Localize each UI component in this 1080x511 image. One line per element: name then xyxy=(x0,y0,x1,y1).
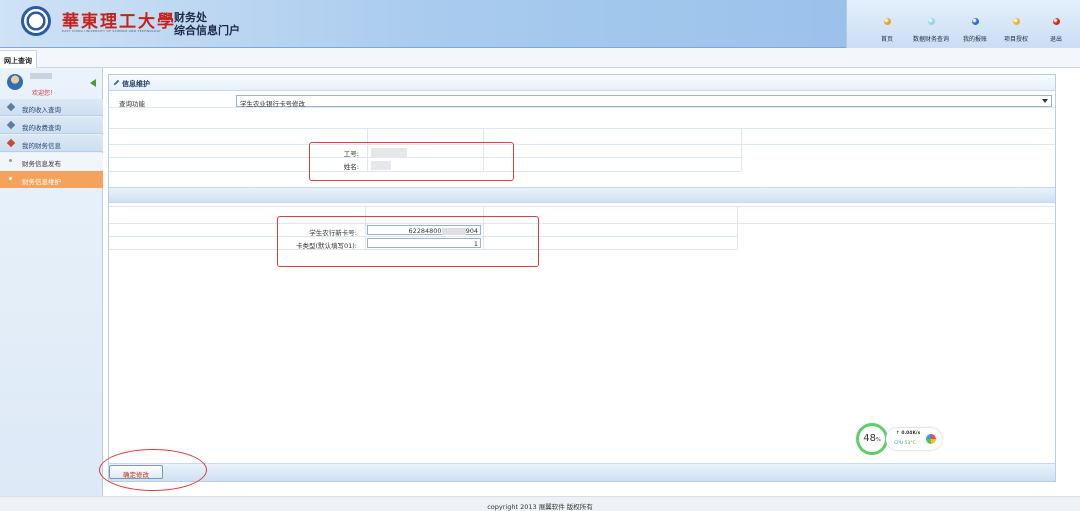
grid-line xyxy=(741,128,742,171)
system-monitor-widget[interactable]: 48% ↑ 0.04K/s CPU 53°C xyxy=(856,423,942,455)
tab-bar: 网上查询 xyxy=(0,48,1080,68)
portal-title-line2: 综合信息门户 xyxy=(174,24,240,37)
diamond-icon xyxy=(6,120,16,130)
diamond-icon xyxy=(6,102,16,112)
nav-my-reimbursement[interactable]: 我的报账 xyxy=(955,0,995,48)
grid-line xyxy=(109,206,1055,207)
action-bar xyxy=(109,463,1055,481)
pen-icon xyxy=(113,79,120,86)
authorization-icon xyxy=(1012,18,1020,25)
welcome-text: 欢迎您！ xyxy=(32,90,57,97)
sidebar-subitem-info-maintain[interactable]: 财务信息维护 xyxy=(0,171,103,188)
copyright-footer: copyright 2013 展翼软件 版权所有 xyxy=(0,496,1080,511)
query-label: 查询功能 xyxy=(119,100,145,108)
tab-online-query[interactable]: 网上查询 xyxy=(0,50,37,68)
booster-logo-icon xyxy=(926,434,936,444)
university-seal-logo xyxy=(21,6,51,36)
diamond-icon xyxy=(6,138,16,148)
finance-query-icon xyxy=(927,18,935,25)
collapse-arrow-icon[interactable] xyxy=(90,79,96,87)
reimbursement-icon xyxy=(971,18,979,25)
highlight-annotation xyxy=(99,449,207,491)
content-panel: 信息维护 查询功能 学生农业银行卡号修改 工号: 姓名: 学生农行新卡号: 62… xyxy=(99,74,1056,491)
cpu-readout: CPU 53°C xyxy=(894,441,916,446)
user-info: 欢迎您！ xyxy=(0,68,103,98)
highlight-annotation xyxy=(277,216,539,267)
highlight-annotation xyxy=(309,142,514,181)
section-divider xyxy=(109,187,1055,203)
nav-finance-query[interactable]: 数据财务查询 xyxy=(907,0,955,48)
memory-usage-ring: 48% xyxy=(856,423,888,455)
bullet-icon xyxy=(9,159,12,162)
home-icon xyxy=(883,18,891,25)
top-nav: 首页 数据财务查询 我的报账 项目授权 退出 xyxy=(846,0,1080,48)
grid-line xyxy=(109,128,1055,129)
nav-project-authorization[interactable]: 项目授权 xyxy=(995,0,1037,48)
bullet-icon xyxy=(9,177,12,180)
nav-home[interactable]: 首页 xyxy=(867,0,907,48)
header: 華東理工大學 EAST CHINA UNIVERSITY OF SCIENCE … xyxy=(0,0,1080,48)
logout-icon xyxy=(1052,18,1060,25)
sidebar-item-income-query[interactable]: 我的收入查询 xyxy=(0,99,103,116)
nav-logout[interactable]: 退出 xyxy=(1037,0,1075,48)
sidebar-subitem-info-publish[interactable]: 财务信息发布 xyxy=(0,153,103,170)
query-row: 查询功能 学生农业银行卡号修改 xyxy=(109,94,1055,108)
sidebar-item-finance-info[interactable]: 我的财务信息 xyxy=(0,135,103,152)
grid-line xyxy=(109,144,1055,145)
sidebar-item-fee-query[interactable]: 我的收费查询 xyxy=(0,117,103,134)
avatar xyxy=(7,74,23,90)
sidebar: 欢迎您！ 我的收入查询 我的收费查询 我的财务信息 财务信息发布 财务信息维护 xyxy=(0,68,103,496)
university-name-en: EAST CHINA UNIVERSITY OF SCIENCE AND TEC… xyxy=(62,29,162,33)
network-cpu-pill: ↑ 0.04K/s CPU 53°C xyxy=(886,428,942,450)
grid-line xyxy=(737,206,738,249)
username-redacted xyxy=(30,73,52,79)
grid-line xyxy=(109,223,1055,224)
query-function-select[interactable]: 学生农业银行卡号修改 xyxy=(236,95,1052,108)
chevron-down-icon xyxy=(1042,99,1048,103)
panel-title: 信息维护 xyxy=(109,75,1055,91)
network-speed: ↑ 0.04K/s xyxy=(896,431,921,436)
